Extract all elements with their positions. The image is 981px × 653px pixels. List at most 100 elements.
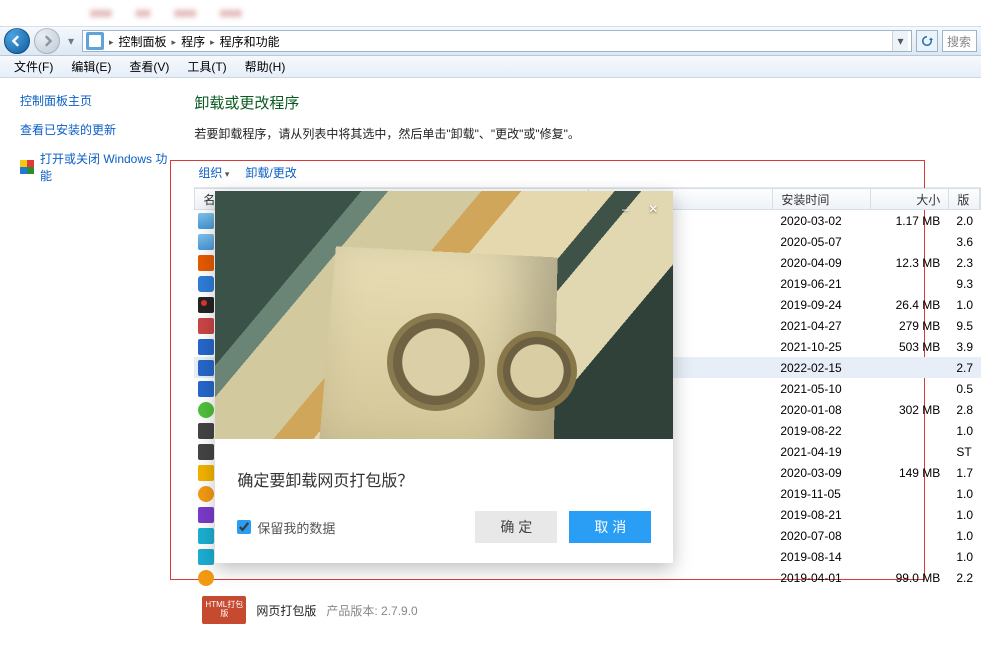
ok-button[interactable]: 确 定 [475,511,557,543]
shield-icon [20,160,34,174]
cell-size: 302 MB [870,403,948,417]
app-icon [194,423,216,439]
col-size[interactable]: 大小 [871,189,949,209]
forward-button[interactable] [34,28,60,54]
page-title: 卸载或更改程序 [194,92,981,113]
address-dropdown[interactable]: ▾ [892,31,908,51]
refresh-button[interactable] [916,30,938,52]
cell-version: 1.0 [948,529,981,543]
dialog-message: 确定要卸载网页打包版？ [237,467,651,491]
cell-version: 2.3 [948,256,981,270]
app-icon [194,213,216,229]
breadcrumb-separator [170,34,179,48]
minimize-button[interactable]: – [615,199,635,219]
control-panel-icon [86,32,104,50]
table-row[interactable]: 2019-04-0199.0 MB2.2 [194,567,981,588]
close-button[interactable]: ✕ [643,199,663,219]
cell-version: 1.0 [948,424,981,438]
cancel-button[interactable]: 取 消 [569,511,651,543]
menu-help[interactable]: 帮助(H) [237,56,294,77]
cell-version: 1.0 [948,508,981,522]
cell-date: 2020-04-09 [772,256,870,270]
app-icon [194,402,216,418]
cell-version: 2.8 [948,403,981,417]
cell-size: 1.17 MB [870,214,948,228]
app-icon [194,318,216,334]
arrow-right-icon [41,35,53,47]
meta-value: 2.7.9.0 [381,604,418,618]
cell-date: 2021-10-25 [772,340,870,354]
sidebar-installed-updates[interactable]: 查看已安装的更新 [20,121,168,138]
cell-date: 2019-09-24 [772,298,870,312]
cell-version: ST [948,445,981,459]
cell-version: 2.7 [948,361,981,375]
cell-version: 2.0 [948,214,981,228]
refresh-icon [920,34,934,48]
app-icon [194,360,216,376]
breadcrumb-leaf[interactable]: 程序和功能 [220,33,280,50]
cell-version: 1.7 [948,466,981,480]
details-pane: HTML打包版 网页打包版 产品版本: 2.7.9.0 [194,588,981,632]
cell-date: 2020-07-08 [772,529,870,543]
app-icon [194,297,216,313]
content-area: 卸载或更改程序 若要卸载程序，请从列表中将其选中，然后单击"卸载"、"更改"或"… [184,78,981,653]
cell-date: 2022-02-15 [772,361,870,375]
window-title-blurred: ■■■■■■■■■■■ [0,0,981,26]
cell-size: 12.3 MB [870,256,948,270]
cell-date: 2020-03-09 [772,466,870,480]
organize-menu[interactable]: 组织 [198,164,229,181]
sidebar-windows-features[interactable]: 打开或关闭 Windows 功能 [20,150,168,184]
breadcrumb-separator [208,34,217,48]
cell-date: 2019-06-21 [772,277,870,291]
cell-version: 1.0 [948,487,981,501]
history-dropdown[interactable]: ▾ [64,30,78,52]
cell-date: 2020-03-02 [772,214,870,228]
cell-version: 1.0 [948,550,981,564]
menu-edit[interactable]: 编辑(E) [63,56,119,77]
col-version[interactable]: 版 [949,189,980,209]
cell-date: 2021-04-27 [772,319,870,333]
uninstall-change-action[interactable]: 卸载/更改 [245,164,296,181]
keep-data-input[interactable] [237,520,251,534]
dialog-hero-image: – ✕ [215,191,673,439]
app-icon [194,465,216,481]
search-input[interactable]: 搜索 [942,30,977,52]
cell-date: 2019-08-22 [772,424,870,438]
address-bar[interactable]: 控制面板 程序 程序和功能 ▾ [82,30,912,52]
menu-bar: 文件(F) 编辑(E) 查看(V) 工具(T) 帮助(H) [0,56,981,78]
list-toolbar: 组织 卸载/更改 [194,160,981,188]
cell-size: 279 MB [870,319,948,333]
keep-data-label: 保留我的数据 [257,518,335,537]
page-subtitle: 若要卸载程序，请从列表中将其选中，然后单击"卸载"、"更改"或"修复"。 [194,125,981,142]
cell-version: 2.2 [948,571,981,585]
keep-data-checkbox[interactable]: 保留我的数据 [237,518,335,537]
breadcrumb-mid[interactable]: 程序 [181,33,205,50]
breadcrumb-separator [107,34,116,48]
sidebar-home[interactable]: 控制面板主页 [20,92,168,109]
breadcrumb-root[interactable]: 控制面板 [119,33,167,50]
cell-version: 9.3 [948,277,981,291]
cell-size: 503 MB [870,340,948,354]
app-icon [194,255,216,271]
cell-version: 9.5 [948,319,981,333]
cell-version: 1.0 [948,298,981,312]
app-badge-icon: HTML打包版 [202,596,246,624]
col-install-date[interactable]: 安装时间 [773,189,871,209]
menu-file[interactable]: 文件(F) [6,56,61,77]
cell-date: 2019-08-14 [772,550,870,564]
cell-version: 3.9 [948,340,981,354]
app-icon [194,549,216,565]
app-icon [194,528,216,544]
app-icon [194,570,216,586]
cell-date: 2019-08-21 [772,508,870,522]
cell-date: 2021-04-19 [772,445,870,459]
menu-view[interactable]: 查看(V) [121,56,177,77]
cell-date: 2021-05-10 [772,382,870,396]
sidebar: 控制面板主页 查看已安装的更新 打开或关闭 Windows 功能 [0,78,184,653]
selected-app-name: 网页打包版 [256,602,316,619]
app-icon [194,444,216,460]
menu-tools[interactable]: 工具(T) [179,56,234,77]
meta-label: 产品版本: [326,604,377,618]
back-button[interactable] [4,28,30,54]
arrow-left-icon [11,35,23,47]
